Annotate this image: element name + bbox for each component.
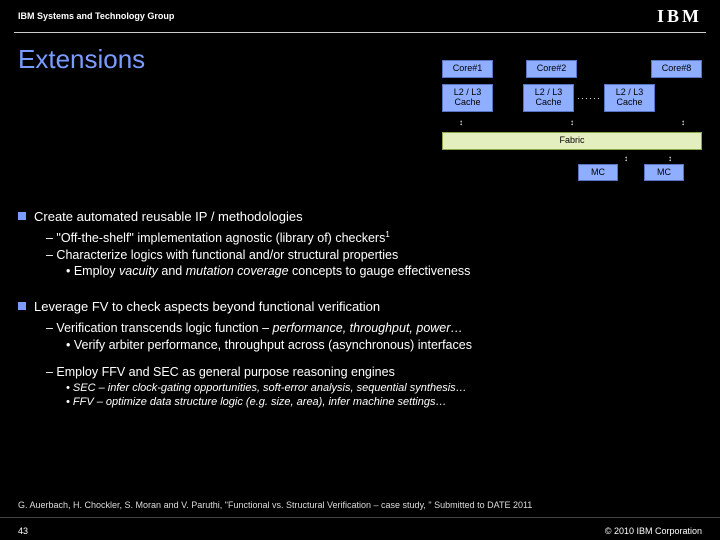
- connectors: ↕↕↕: [442, 118, 702, 128]
- slide-title: Extensions: [18, 44, 145, 75]
- core-box: Core#2: [526, 60, 577, 78]
- cache-box: L2 / L3 Cache: [442, 84, 493, 112]
- reference-citation: G. Auerbach, H. Chockler, S. Moran and V…: [18, 500, 702, 510]
- ellipsis: ······: [577, 93, 601, 103]
- bullet-square-icon: [18, 212, 26, 220]
- copyright: © 2010 IBM Corporation: [605, 526, 702, 536]
- mc-box: MC: [578, 164, 618, 182]
- sub-sub-bullet: • Verify arbiter performance, throughput…: [66, 337, 702, 354]
- sub-bullet: – Employ FFV and SEC as general purpose …: [46, 364, 702, 381]
- page-number: 43: [18, 526, 28, 536]
- sub-sub-bullet: • SEC – infer clock-gating opportunities…: [66, 381, 702, 396]
- bullet-text: Create automated reusable IP / methodolo…: [34, 208, 303, 226]
- text: – "Off-the-shelf" implementation agnosti…: [46, 231, 385, 245]
- footer: 43 © 2010 IBM Corporation: [0, 517, 720, 540]
- bullet-square-icon: [18, 302, 26, 310]
- superscript: 1: [385, 230, 389, 239]
- text: – Verification transcends logic function…: [46, 321, 273, 335]
- ibm-logo: IBM: [657, 6, 702, 27]
- bullet-1: Create automated reusable IP / methodolo…: [18, 208, 702, 226]
- architecture-diagram: Core#1 Core#2 Core#8 L2 / L3 Cache L2 / …: [442, 60, 702, 181]
- content: Create automated reusable IP / methodolo…: [18, 200, 702, 410]
- sub-bullet: – Verification transcends logic function…: [46, 320, 702, 337]
- mc-box: MC: [644, 164, 684, 182]
- text: • Employ: [66, 264, 119, 278]
- em-text: performance, throughput, power…: [273, 321, 463, 335]
- header-rule: [14, 32, 706, 33]
- sub-sub-bullet: • FFV – optimize data structure logic (e…: [66, 395, 702, 410]
- slide: IBM Systems and Technology Group IBM Ext…: [0, 0, 720, 540]
- sub-bullet: – "Off-the-shelf" implementation agnosti…: [46, 230, 702, 247]
- em-text: mutation coverage: [186, 264, 289, 278]
- bullet-2: Leverage FV to check aspects beyond func…: [18, 298, 702, 316]
- cache-box: L2 / L3 Cache: [523, 84, 574, 112]
- cache-box: L2 / L3 Cache: [604, 84, 655, 112]
- fabric-box: Fabric: [442, 132, 702, 150]
- core-box: Core#8: [651, 60, 702, 78]
- connectors: ↕↕: [442, 154, 702, 164]
- bullet-text: Leverage FV to check aspects beyond func…: [34, 298, 380, 316]
- em-text: vacuity: [119, 264, 158, 278]
- core-box: Core#1: [442, 60, 493, 78]
- text: concepts to gauge effectiveness: [289, 264, 471, 278]
- sub-sub-bullet: • Employ vacuity and mutation coverage c…: [66, 263, 702, 280]
- sub-bullet: – Characterize logics with functional an…: [46, 247, 702, 264]
- text: and: [158, 264, 186, 278]
- header-group-label: IBM Systems and Technology Group: [18, 11, 174, 21]
- header: IBM Systems and Technology Group IBM: [0, 0, 720, 32]
